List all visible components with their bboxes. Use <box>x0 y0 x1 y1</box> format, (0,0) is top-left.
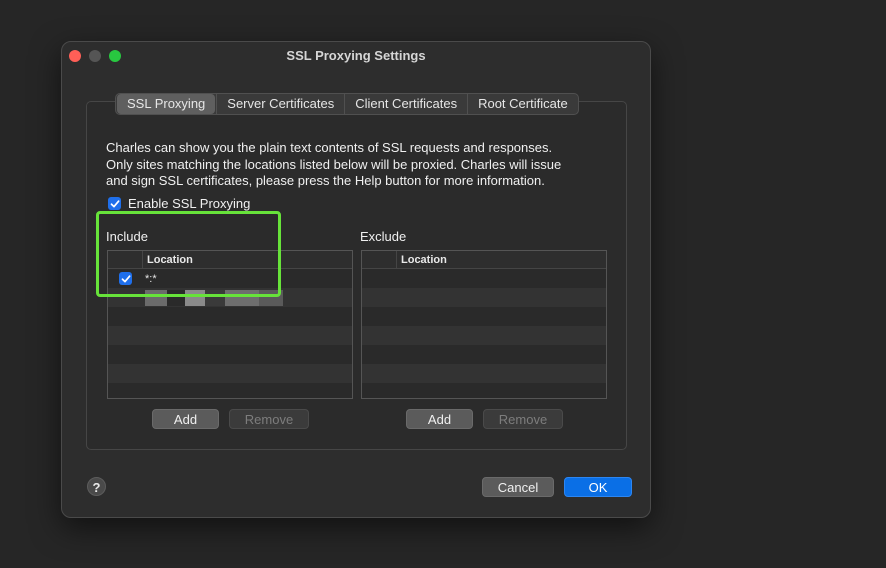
ssl-proxying-settings-window: SSL Proxying Settings SSL Proxying Serve… <box>61 41 651 518</box>
tab-client-certificates[interactable]: Client Certificates <box>344 94 467 114</box>
table-row <box>108 345 352 364</box>
include-table[interactable]: Location *:* <box>107 250 353 399</box>
table-row <box>108 364 352 383</box>
table-row <box>362 326 606 345</box>
help-button[interactable]: ? <box>87 477 106 496</box>
table-row <box>362 364 606 383</box>
include-row-enabled-checkbox[interactable] <box>119 272 132 285</box>
include-location-column-header[interactable]: Location <box>143 254 193 266</box>
description-line-3: and sign SSL certificates, please press … <box>106 173 545 188</box>
exclude-enabled-column-header[interactable] <box>362 251 397 268</box>
exclude-table-header: Location <box>362 251 606 269</box>
tab-root-certificate[interactable]: Root Certificate <box>467 94 578 114</box>
ok-button[interactable]: OK <box>564 477 632 497</box>
tab-server-certificates[interactable]: Server Certificates <box>216 94 344 114</box>
table-row <box>362 269 606 288</box>
table-row <box>108 383 352 398</box>
enable-ssl-proxying-row[interactable]: Enable SSL Proxying <box>108 196 250 211</box>
cancel-button[interactable]: Cancel <box>482 477 554 497</box>
exclude-location-column-header[interactable]: Location <box>397 254 447 266</box>
exclude-add-button[interactable]: Add <box>406 409 473 429</box>
table-row <box>362 288 606 307</box>
include-remove-button[interactable]: Remove <box>229 409 309 429</box>
ssl-description: Charles can show you the plain text cont… <box>106 140 616 190</box>
checkmark-icon <box>110 199 119 207</box>
description-line-2: Only sites matching the locations listed… <box>106 156 562 172</box>
include-enabled-column-header[interactable] <box>108 251 143 268</box>
include-add-button[interactable]: Add <box>152 409 219 429</box>
enable-ssl-proxying-checkbox[interactable] <box>108 197 121 210</box>
window-title: SSL Proxying Settings <box>286 48 426 63</box>
exclude-remove-button[interactable]: Remove <box>483 409 563 429</box>
include-title: Include <box>106 229 148 244</box>
enable-ssl-proxying-label: Enable SSL Proxying <box>128 196 251 211</box>
title-bar[interactable]: SSL Proxying Settings <box>62 42 650 70</box>
tab-bar: SSL Proxying Server Certificates Client … <box>115 93 579 115</box>
include-table-header: Location <box>108 251 352 269</box>
table-row <box>362 345 606 364</box>
table-row <box>108 326 352 345</box>
table-row[interactable]: *:* <box>108 269 352 288</box>
table-row <box>362 307 606 326</box>
table-row[interactable] <box>108 288 352 307</box>
checkmark-icon <box>121 274 130 282</box>
tab-ssl-proxying[interactable]: SSL Proxying <box>117 94 216 114</box>
table-row <box>362 383 606 398</box>
exclude-table[interactable]: Location <box>361 250 607 399</box>
description-line-1: Charles can show you the plain text cont… <box>106 140 553 155</box>
table-row <box>108 307 352 326</box>
include-row-location: *:* <box>145 272 157 285</box>
redacted-location <box>143 289 283 306</box>
exclude-title: Exclude <box>360 229 407 244</box>
